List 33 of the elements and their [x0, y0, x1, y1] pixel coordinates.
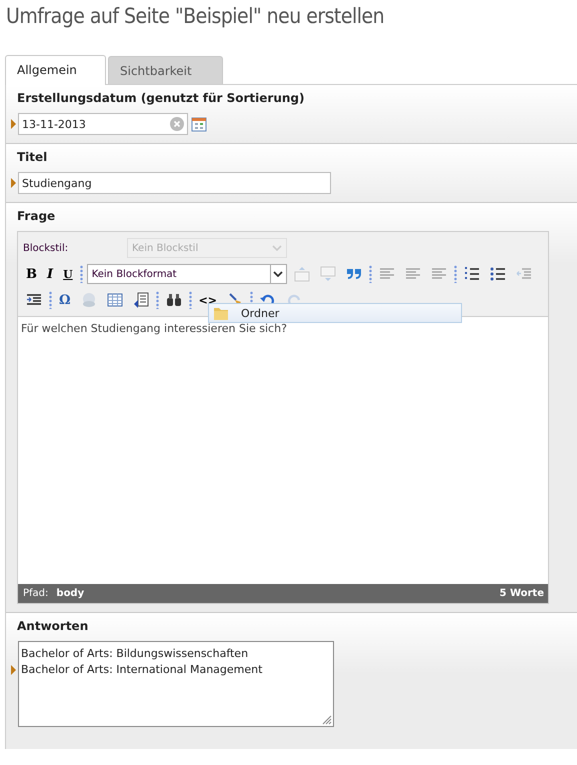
- field-label: Antworten: [17, 619, 90, 633]
- word-count: 5 Worte: [500, 588, 544, 599]
- blockstyle-label: Blockstil:: [23, 242, 70, 254]
- tab[interactable]: Sichtbarkeit: [108, 56, 223, 84]
- field-label: Erstellungsdatum (genutzt für Sortierung): [17, 91, 306, 105]
- tab[interactable]: Allgemein: [5, 55, 106, 85]
- editor-text[interactable]: Für welchen Studiengang interessieren Sie sich?: [18, 316, 548, 584]
- calendar-icon[interactable]: [191, 116, 207, 132]
- path-label: Pfad:: [23, 588, 48, 599]
- page-title: Umfrage auf Seite "Beispiel" neu erstellen: [5, 3, 386, 30]
- caret-icon: [273, 271, 284, 277]
- folder-icon: [213, 305, 229, 321]
- binoculars-icon[interactable]: [166, 292, 182, 308]
- field-label: Frage: [17, 209, 56, 223]
- clear-icon[interactable]: [170, 117, 184, 131]
- path-value[interactable]: body: [56, 588, 84, 599]
- field-label: Titel: [17, 150, 48, 164]
- blockquote-icon[interactable]: [346, 266, 362, 282]
- blockformat-dropdown[interactable]: Kein Blockformat: [86, 264, 287, 284]
- bullet-list-icon[interactable]: [490, 266, 506, 282]
- title-field[interactable]: Studiengang: [18, 172, 331, 194]
- document-icon[interactable]: [132, 292, 149, 308]
- date-field[interactable]: 13-11-2013: [18, 113, 188, 135]
- dropdown-menu-item[interactable]: Ordner: [208, 303, 462, 323]
- answers-field[interactable]: Bachelor of Arts: Bildungswissenschaften Bachelor of Arts: International Management: [18, 641, 334, 727]
- resize-grip-icon[interactable]: [322, 715, 332, 725]
- bold-button[interactable]: B: [23, 266, 40, 282]
- special-character-button[interactable]: Ω: [56, 292, 74, 308]
- numbered-list-icon[interactable]: [464, 266, 480, 282]
- underline-button[interactable]: U: [60, 268, 76, 280]
- table-icon[interactable]: [106, 292, 123, 308]
- caret-icon: [272, 245, 282, 251]
- italic-button[interactable]: I: [44, 266, 56, 282]
